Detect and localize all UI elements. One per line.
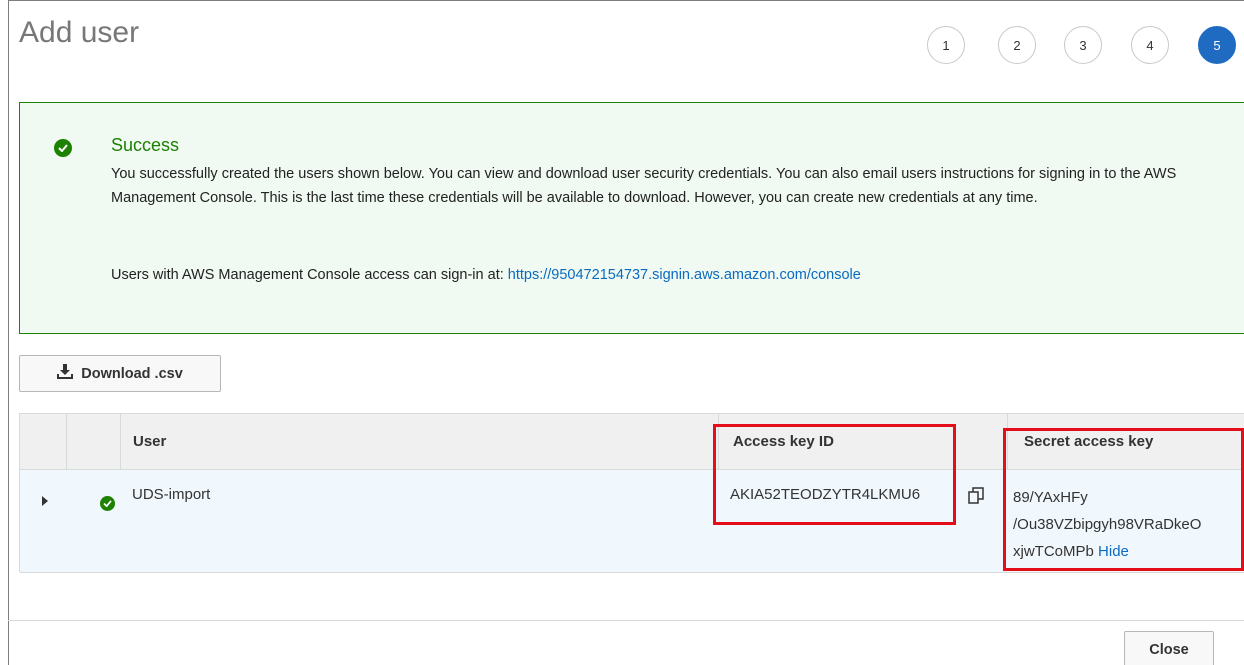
check-circle-icon [100,496,115,511]
footer-divider [8,620,1244,621]
user-cell: UDS-import [120,470,718,573]
check-circle-icon [54,139,72,157]
download-csv-button[interactable]: Download .csv [19,355,221,392]
expand-caret-icon[interactable] [42,496,48,506]
step-3[interactable]: 3 [1064,26,1102,64]
download-icon [57,364,74,383]
signin-prefix: Users with AWS Management Console access… [111,267,508,283]
secret-key-highlight [1003,428,1244,571]
download-csv-label: Download .csv [81,365,183,382]
alert-title: Success [111,135,180,155]
add-user-dialog: Add user 1 2 3 4 5 Success You successfu… [8,0,1244,665]
step-indicator: 1 2 3 4 5 [9,26,1244,66]
signin-info: Users with AWS Management Console access… [111,263,861,287]
header-status-col [66,414,120,470]
step-4[interactable]: 4 [1131,26,1169,64]
header-expand-col [20,414,66,470]
header-user: User [120,414,718,470]
close-button[interactable]: Close [1124,631,1214,665]
copy-icon[interactable] [968,487,985,508]
success-alert: Success You successfully created the use… [19,102,1244,334]
step-1[interactable]: 1 [927,26,965,64]
step-2[interactable]: 2 [998,26,1036,64]
user-name: UDS-import [132,486,211,503]
step-5-current[interactable]: 5 [1198,26,1236,64]
signin-url-link[interactable]: https://950472154737.signin.aws.amazon.c… [508,267,861,283]
access-key-highlight [713,424,956,525]
alert-message: You successfully created the users shown… [111,166,1177,206]
